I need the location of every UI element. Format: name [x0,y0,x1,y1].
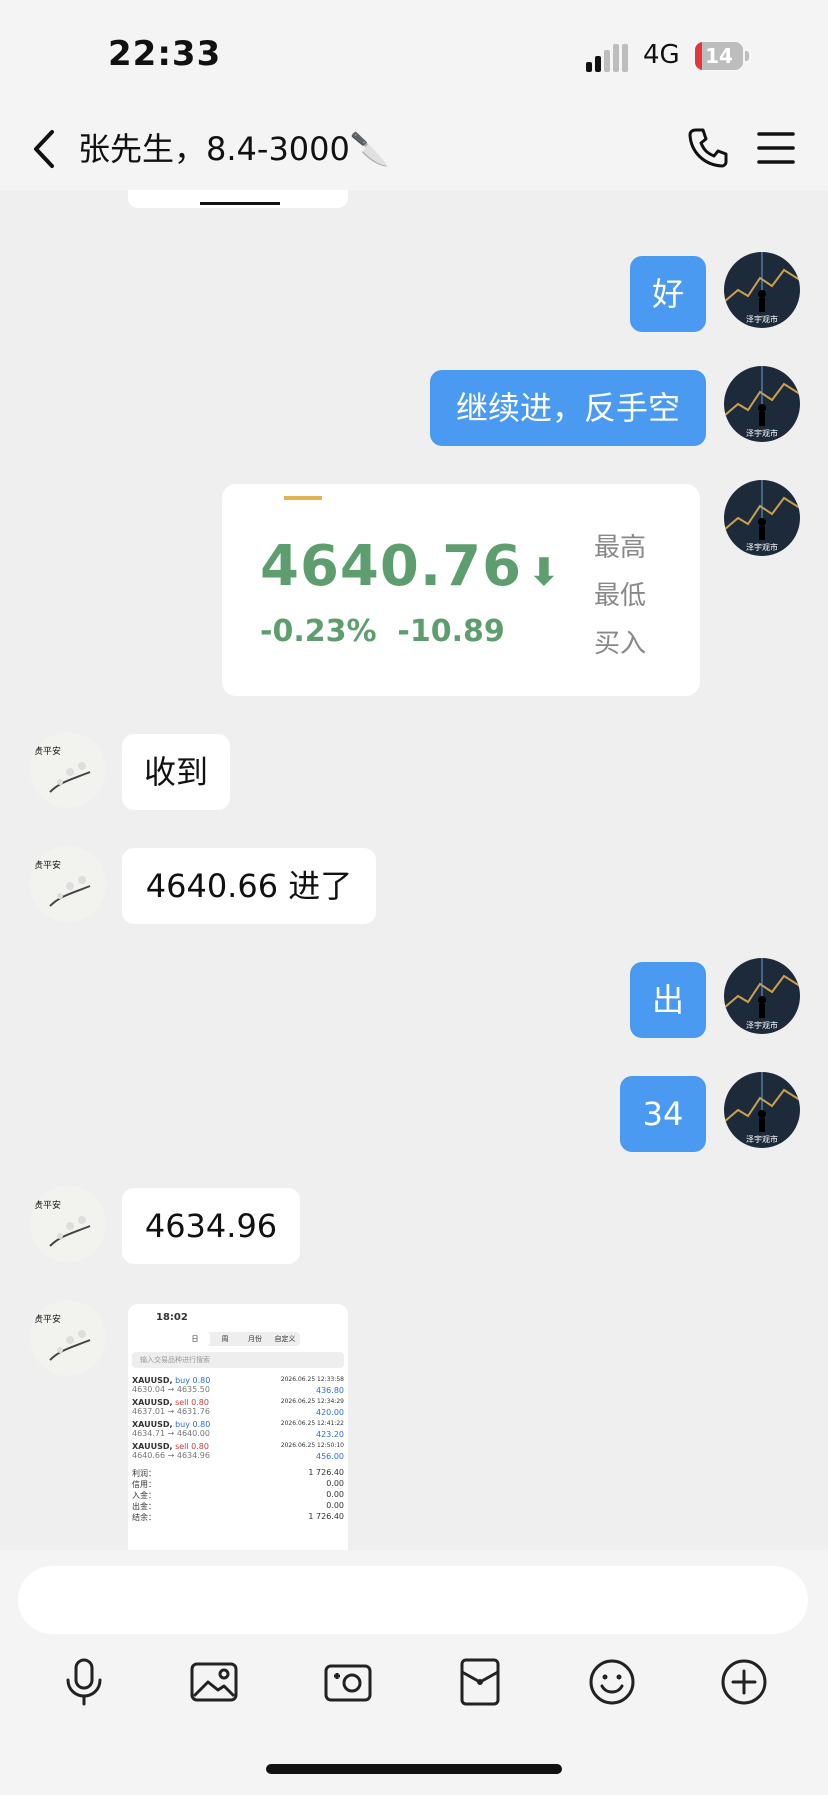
image-message-partial[interactable] [128,190,348,208]
plus-icon[interactable] [718,1656,770,1708]
avatar[interactable]: 泽宇观市 [724,958,800,1034]
svg-text:贵平安: 贵平安 [34,1199,61,1211]
back-icon[interactable] [26,124,66,174]
red-envelope-icon[interactable] [454,1656,506,1708]
avatar-image: 泽宇观市 [724,1072,800,1148]
avatar[interactable]: 贵平安 [30,1186,106,1262]
avatar[interactable]: 泽宇观市 [724,480,800,556]
image-message-screenshot[interactable]: 18:02 日 周 月份 自定义 输入交易品种进行搜索 XAUUSD, buy … [128,1304,348,1550]
chat-header: 张先生，8.4-3000🔪 [0,110,828,190]
message-bubble-incoming[interactable]: 4634.96 [122,1188,300,1264]
message-bubble-outgoing[interactable]: 继续进，反手空 [430,370,706,446]
emoji-icon[interactable] [586,1656,638,1708]
avatar-image: 贵平安 [30,1186,106,1262]
battery-icon: 14 [695,42,751,70]
svg-text:贵平安: 贵平安 [34,859,61,871]
svg-text:贵平安: 贵平安 [34,1313,61,1325]
svg-text:泽宇观市: 泽宇观市 [746,1020,778,1030]
chat-title: 张先生，8.4-3000🔪 [78,130,390,168]
input-bar [0,1550,828,1795]
tab-indicator [284,496,322,500]
avatar-image: 泽宇观市 [724,366,800,442]
message-bubble-outgoing[interactable]: 34 [620,1076,706,1152]
stock-change: -0.23% -10.89 [260,614,505,649]
avatar-image: 泽宇观市 [724,958,800,1034]
avatar[interactable]: 泽宇观市 [724,252,800,328]
avatar[interactable]: 贵平安 [30,1300,106,1376]
avatar[interactable]: 泽宇观市 [724,366,800,442]
avatar-label: 泽宇观市 [746,314,778,324]
stock-price: 4640.76 ⬇ [260,534,561,599]
home-indicator [266,1764,562,1774]
mic-icon[interactable] [58,1656,110,1708]
svg-text:贵平安: 贵平安 [34,745,61,757]
battery-percent: 14 [705,44,733,68]
status-time: 22:33 [108,34,222,74]
network-type: 4G [643,40,680,70]
status-bar: 22:33 4G 14 [0,0,828,110]
down-arrow-icon: ⬇ [528,550,561,594]
message-bubble-incoming[interactable]: 收到 [122,734,230,810]
menu-icon[interactable] [756,128,796,168]
image-icon[interactable] [188,1656,240,1708]
stock-labels: 最高 最低 买入 [594,533,647,659]
camera-icon[interactable] [322,1656,374,1708]
message-bubble-incoming[interactable]: 4640.66 进了 [122,848,376,924]
svg-text:泽宇观市: 泽宇观市 [746,1134,778,1144]
avatar-image: 贵平安 [30,1300,106,1376]
avatar[interactable]: 泽宇观市 [724,1072,800,1148]
avatar-image: 泽宇观市 [724,252,800,328]
signal-icon [586,44,628,72]
stock-quote-card[interactable]: 4640.76 ⬇ -0.23% -10.89 最高 最低 买入 [222,484,700,696]
message-input[interactable] [18,1566,808,1634]
avatar-image: 泽宇观市 [724,480,800,556]
avatar-image: 贵平安 [30,732,106,808]
svg-text:泽宇观市: 泽宇观市 [746,428,778,438]
chat-area[interactable]: 好 泽宇观市 继续进，反手空 泽宇观市 4640.76 ⬇ -0.23% -10.… [0,190,828,1550]
avatar[interactable]: 贵平安 [30,846,106,922]
avatar-image: 贵平安 [30,846,106,922]
avatar[interactable]: 贵平安 [30,732,106,808]
svg-text:泽宇观市: 泽宇观市 [746,542,778,552]
message-bubble-outgoing[interactable]: 好 [630,256,706,332]
phone-icon[interactable] [686,126,730,170]
message-bubble-outgoing[interactable]: 出 [630,962,706,1038]
